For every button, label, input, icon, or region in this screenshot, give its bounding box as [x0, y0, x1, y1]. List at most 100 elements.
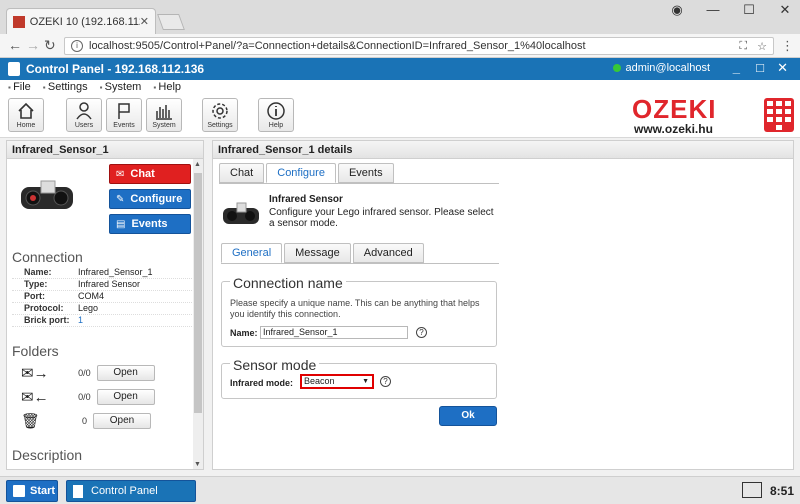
- system-button[interactable]: System: [146, 98, 182, 132]
- trash-icon: 🗑: [21, 413, 41, 430]
- property-key: Port:: [24, 291, 45, 301]
- control-panel-icon: [73, 484, 83, 498]
- events-side-button[interactable]: ▤ Events: [109, 214, 191, 234]
- home-button[interactable]: Home: [8, 98, 44, 132]
- url-text: localhost:9505/Control+Panel/?a=Connecti…: [89, 40, 586, 52]
- app-close-button[interactable]: ✕: [777, 60, 788, 76]
- settings-label: Settings: [207, 122, 233, 129]
- info-icon[interactable]: i: [71, 40, 83, 52]
- flag-icon: [118, 103, 130, 119]
- taskbar-control-panel[interactable]: Control Panel: [66, 480, 196, 502]
- events-button[interactable]: Events: [106, 98, 142, 132]
- left-panel-scrollbar[interactable]: ▲ ▼: [193, 159, 203, 469]
- infrared-mode-select[interactable]: Beacon ▼: [300, 374, 374, 389]
- open-deleted-button[interactable]: Open: [93, 413, 151, 429]
- configure-button[interactable]: ✎ Configure: [109, 189, 191, 209]
- maximize-window-button[interactable]: ☐: [742, 2, 756, 18]
- sensor-title: Infrared Sensor: [269, 194, 343, 205]
- name-input[interactable]: Infrared_Sensor_1: [260, 326, 408, 339]
- connection-name-section: Connection name Please specify a unique …: [221, 275, 497, 347]
- connection-properties: Name: Infrared_Sensor_1 Type: Infrared Sen…: [12, 267, 192, 327]
- menu-help[interactable]: Help: [153, 81, 181, 93]
- start-button[interactable]: Start: [6, 480, 58, 502]
- app-minimize-button[interactable]: _: [733, 60, 740, 75]
- events-side-label: Events: [131, 218, 168, 230]
- users-button[interactable]: Users: [66, 98, 102, 132]
- tab-configure[interactable]: Configure: [266, 163, 336, 183]
- description-heading: Description: [12, 447, 83, 463]
- details-tabs: Chat Configure Events: [219, 163, 396, 183]
- inbox-envelope-icon: ✉←: [21, 389, 49, 406]
- outbox-count: 0/0: [78, 368, 91, 378]
- chat-label: Chat: [130, 168, 155, 180]
- logo-word: OZEKI: [632, 94, 717, 124]
- minimize-window-button[interactable]: —: [706, 2, 720, 18]
- user-status[interactable]: admin@localhost: [613, 62, 710, 74]
- connection-name-help: Please specify a unique name. This can b…: [230, 298, 480, 319]
- deleted-count: 0: [81, 416, 87, 426]
- connection-heading: Connection: [12, 249, 83, 265]
- sensor-mode-section: Sensor mode Infrared mode: Beacon ▼ ?: [221, 357, 497, 399]
- reload-icon[interactable]: ↻: [44, 37, 56, 54]
- app-maximize-button[interactable]: □: [756, 60, 764, 75]
- monitor-tray-icon[interactable]: [742, 482, 762, 498]
- app-header: Control Panel - 192.168.112.136 admin@lo…: [0, 58, 800, 80]
- menu-settings[interactable]: Settings: [43, 81, 88, 93]
- property-value: COM4: [78, 291, 105, 301]
- tab-advanced[interactable]: Advanced: [352, 243, 424, 263]
- mode-help-icon[interactable]: ?: [380, 376, 391, 387]
- browser-tab[interactable]: OZEKI 10 (192.168.112.13 ✕: [6, 8, 156, 34]
- bookmark-star-icon[interactable]: ☆: [757, 40, 767, 53]
- taskbar-item-label: Control Panel: [91, 485, 158, 497]
- property-row: Brick port: 1: [12, 315, 192, 327]
- name-label: Name:: [230, 328, 258, 338]
- start-label: Start: [30, 485, 56, 497]
- help-button[interactable]: Help: [258, 98, 294, 132]
- folders-heading: Folders: [12, 343, 59, 359]
- new-tab-button[interactable]: [157, 14, 185, 30]
- tab-events[interactable]: Events: [337, 163, 394, 183]
- open-outbox-button[interactable]: Open: [96, 365, 155, 381]
- url-field[interactable]: i localhost:9505/Control+Panel/?a=Connec…: [64, 37, 774, 55]
- scroll-up-icon[interactable]: ▲: [194, 161, 201, 168]
- settings-button[interactable]: Settings: [202, 98, 238, 132]
- wrench-icon: ✎: [116, 193, 125, 205]
- outbox-envelope-icon: ✉→: [21, 365, 49, 382]
- infrared-mode-label: Infrared mode:: [230, 378, 294, 388]
- profile-icon[interactable]: ◉: [670, 2, 684, 18]
- scrollbar-thumb[interactable]: [194, 173, 202, 413]
- config-subtabs: General Message Advanced: [221, 243, 426, 263]
- logo-site: www.ozeki.hu: [634, 122, 713, 136]
- back-arrow-icon[interactable]: ←: [8, 37, 22, 53]
- chat-icon: ✉: [116, 168, 125, 180]
- close-tab-icon[interactable]: ✕: [140, 15, 149, 28]
- property-row: Port: COM4: [12, 291, 192, 303]
- infrared-mode-value: Beacon: [304, 376, 335, 386]
- menu-bar: File Settings System Help: [0, 80, 800, 94]
- menu-system[interactable]: System: [100, 81, 142, 93]
- menu-file[interactable]: File: [8, 81, 31, 93]
- name-help-icon[interactable]: ?: [416, 327, 427, 338]
- chat-button[interactable]: ✉ Chat: [109, 164, 191, 184]
- translate-icon[interactable]: ⛶: [739, 40, 747, 53]
- open-inbox-button[interactable]: Open: [96, 389, 155, 405]
- property-key: Type:: [24, 279, 48, 289]
- connection-panel: Infrared_Sensor_1 ✉ Chat ✎ Configure ▤ E…: [6, 140, 204, 470]
- ok-button[interactable]: Ok: [439, 406, 497, 426]
- scroll-down-icon[interactable]: ▼: [194, 461, 201, 468]
- address-bar: ← → ↻ i localhost:9505/Control+Panel/?a=…: [0, 34, 800, 58]
- ozeki-logo[interactable]: OZEKI www.ozeki.hu: [632, 94, 794, 136]
- start-icon: [13, 485, 25, 497]
- tab-chat[interactable]: Chat: [219, 163, 265, 183]
- user-icon: [76, 102, 92, 120]
- tab-message[interactable]: Message: [284, 243, 351, 263]
- close-window-button[interactable]: ✕: [778, 2, 792, 18]
- connection-name-legend: Connection name: [230, 275, 346, 291]
- property-row: Protocol: Lego: [12, 303, 192, 315]
- browser-tab-title: OZEKI 10 (192.168.112.13: [29, 15, 140, 28]
- system-label: System: [152, 122, 176, 129]
- tab-general[interactable]: General: [221, 243, 283, 263]
- chevron-down-icon: ▼: [362, 378, 369, 385]
- browser-menu-icon[interactable]: ⋮: [781, 38, 794, 54]
- forward-arrow-icon[interactable]: →: [26, 37, 40, 53]
